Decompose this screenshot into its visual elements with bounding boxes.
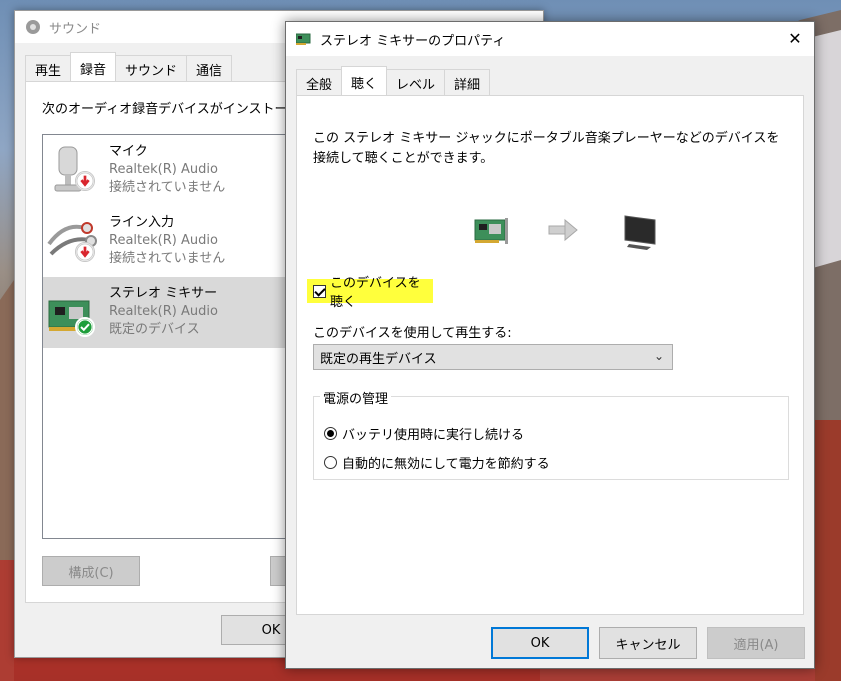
radio-auto-disable[interactable]: 自動的に無効にして電力を節約する	[324, 453, 550, 472]
playback-device-selected: 既定の再生デバイス	[320, 351, 437, 367]
apply-button[interactable]: 適用(A)	[707, 627, 805, 659]
listen-panel: この ステレオ ミキサー ジャックにポータブル音楽プレーヤーなどのデバイスを接続…	[296, 95, 804, 615]
arrow-right-icon	[548, 218, 578, 242]
sound-card-icon	[45, 285, 101, 341]
cancel-button[interactable]: キャンセル	[599, 627, 697, 659]
checkbox-checked-icon[interactable]	[313, 284, 326, 298]
device-name: ライン入力	[109, 215, 175, 230]
chevron-down-icon: ⌄	[653, 349, 664, 363]
radio-unselected-icon[interactable]	[324, 456, 337, 469]
sound-window-title: サウンド	[49, 21, 102, 37]
stereo-mixer-properties-dialog: ステレオ ミキサーのプロパティ ✕ 全般 聴く レベル 詳細 この ステレオ ミ…	[285, 21, 815, 669]
device-name: ステレオ ミキサー	[109, 286, 218, 301]
tab-communications[interactable]: 通信	[186, 55, 233, 81]
power-management-group: 電源の管理 バッテリ使用時に実行し続ける 自動的に無効にして電力を節約する	[313, 388, 789, 480]
tab-levels[interactable]: レベル	[386, 69, 446, 95]
sound-tabs: 再生 録音 サウンド 通信	[25, 52, 233, 81]
tab-advanced[interactable]: 詳細	[444, 69, 491, 95]
disconnected-badge-icon	[75, 242, 95, 262]
tab-playback[interactable]: 再生	[25, 55, 72, 81]
device-status: 既定のデバイス	[109, 322, 200, 337]
device-status: 接続されていません	[109, 180, 226, 195]
ok-button[interactable]: OK	[491, 627, 589, 659]
device-driver: Realtek(R) Audio	[109, 304, 218, 319]
tab-sounds[interactable]: サウンド	[115, 55, 188, 81]
speaker-icon	[26, 20, 40, 34]
sound-card-icon	[296, 33, 311, 45]
sound-card-icon	[474, 218, 508, 244]
tab-listen[interactable]: 聴く	[341, 66, 388, 95]
disconnected-badge-icon	[75, 171, 95, 191]
radio-selected-icon[interactable]	[324, 427, 337, 440]
tab-recording[interactable]: 録音	[70, 52, 117, 81]
radio-keep-running[interactable]: バッテリ使用時に実行し続ける	[324, 424, 524, 443]
device-driver: Realtek(R) Audio	[109, 233, 218, 248]
microphone-icon	[45, 143, 101, 199]
device-to-speaker-illustration	[474, 215, 656, 250]
listen-description: この ステレオ ミキサー ジャックにポータブル音楽プレーヤーなどのデバイスを接続…	[313, 131, 780, 166]
default-device-check-icon	[75, 317, 95, 337]
properties-titlebar[interactable]: ステレオ ミキサーのプロパティ ✕	[286, 22, 814, 56]
power-management-label: 電源の管理	[320, 388, 392, 407]
device-name: マイク	[109, 144, 148, 159]
playback-device-label: このデバイスを使用して再生する:	[313, 326, 512, 341]
playback-device-select[interactable]: 既定の再生デバイス ⌄	[313, 344, 673, 370]
radio-label: 自動的に無効にして電力を節約する	[342, 457, 550, 472]
close-icon[interactable]: ✕	[786, 30, 804, 48]
line-in-cable-icon	[45, 214, 101, 270]
properties-title: ステレオ ミキサーのプロパティ	[320, 33, 506, 49]
device-status: 接続されていません	[109, 251, 226, 266]
monitor-icon	[624, 215, 656, 250]
radio-label: バッテリ使用時に実行し続ける	[342, 428, 525, 443]
device-driver: Realtek(R) Audio	[109, 162, 218, 177]
tab-general[interactable]: 全般	[296, 69, 343, 95]
listen-checkbox-label: このデバイスを聴く	[330, 276, 421, 310]
listen-to-device-checkbox[interactable]: このデバイスを聴く	[307, 276, 433, 310]
configure-button[interactable]: 構成(C)	[42, 556, 140, 586]
properties-tabs: 全般 聴く レベル 詳細	[296, 66, 491, 95]
